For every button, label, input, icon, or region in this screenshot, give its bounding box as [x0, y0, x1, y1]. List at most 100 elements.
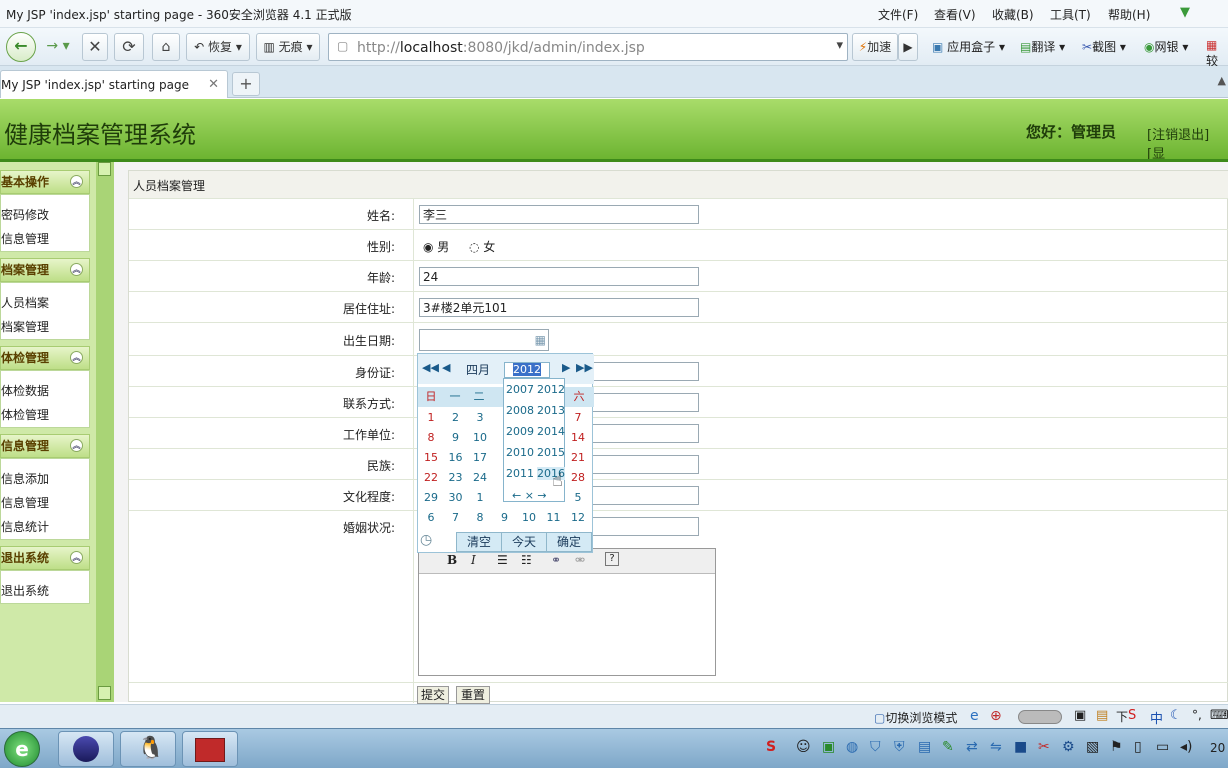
tab-scroll-icon[interactable]: ▲ — [1218, 74, 1226, 87]
rich-text-editor[interactable]: B I ☰ ☷ ⚭ ⚮ ? — [418, 548, 716, 676]
calendar-day[interactable]: 24 — [468, 468, 492, 488]
calendar-day[interactable]: 23 — [444, 468, 468, 488]
taskbar-qq[interactable]: 🐧 — [120, 731, 176, 767]
speed-button[interactable]: ⚡加速 — [852, 33, 898, 61]
tray-gear-icon[interactable]: ⚙ — [1062, 739, 1075, 755]
sidebar-section-exam[interactable]: 体检管理 ︽ — [0, 346, 90, 370]
ie-icon[interactable]: e — [970, 708, 979, 724]
tray-edit-icon[interactable]: ✎ — [942, 739, 954, 755]
year-option[interactable]: 2010 — [506, 446, 534, 459]
sidebar-section-exit[interactable]: 退出系统 ︽ — [0, 546, 90, 570]
ok-button[interactable]: 确定 — [546, 532, 592, 552]
year-select[interactable]: 2012 — [504, 362, 550, 378]
year-option[interactable]: 2012 — [537, 383, 565, 396]
next-month-icon[interactable]: ▶ — [562, 361, 570, 374]
bank-button[interactable]: ◉网银 ▾ — [1144, 38, 1188, 55]
screen-icon[interactable]: ▣ — [1074, 708, 1086, 723]
sidebar-item-password[interactable]: 密码修改 — [1, 206, 49, 223]
link-icon[interactable]: ⚭ — [551, 553, 561, 567]
italic-icon[interactable]: I — [471, 553, 476, 567]
header-links[interactable]: [注销退出] [显 — [1147, 124, 1228, 162]
skin-icon[interactable]: ▼ — [1180, 5, 1190, 20]
calendar-day[interactable]: 6 — [419, 508, 443, 528]
sidebar-item-archive-manage[interactable]: 档案管理 — [1, 318, 49, 335]
sidebar-item-info-manage[interactable]: 信息管理 — [1, 494, 49, 511]
tray-clip-icon[interactable]: ▯ — [1134, 739, 1142, 755]
tray-shield-icon[interactable]: ⛉ — [870, 739, 881, 755]
new-tab-button[interactable]: + — [232, 72, 260, 96]
sidebar-item-info-add[interactable]: 信息添加 — [1, 470, 49, 487]
sidebar-item-info-stats[interactable]: 信息统计 — [1, 518, 49, 535]
back-button[interactable]: ← — [6, 32, 36, 62]
keyboard-icon[interactable]: ⌨ — [1210, 708, 1228, 723]
tray-sync-icon[interactable]: ⇄ — [966, 739, 978, 755]
screenshot-button[interactable]: ✂截图 ▾ — [1082, 38, 1126, 55]
sidebar-section-archive[interactable]: 档案管理 ︽ — [0, 258, 90, 282]
taskbar-toolbox[interactable] — [182, 731, 238, 767]
clear-button[interactable]: 清空 — [456, 532, 502, 552]
menu-favorites[interactable]: 收藏(B) — [992, 6, 1034, 23]
tray-qq-icon[interactable]: ☺ — [796, 739, 811, 755]
year-option[interactable]: 2015 — [537, 446, 565, 459]
refresh-button[interactable]: ⟳ — [114, 33, 144, 61]
tray-flag-icon[interactable]: ⚑ — [1110, 739, 1123, 755]
tray-network-icon[interactable]: ▣ — [822, 739, 835, 755]
moon-icon[interactable]: ☾ — [1170, 708, 1182, 723]
translate-button[interactable]: ▤翻译 ▾ — [1020, 38, 1065, 55]
calendar-icon[interactable]: ▦ — [535, 333, 546, 347]
help-icon[interactable]: ? — [605, 552, 619, 566]
sidebar-item-exit[interactable]: 退出系统 — [1, 582, 49, 599]
calendar-day[interactable]: 1 — [419, 408, 443, 428]
calendar-day[interactable]: 3 — [468, 408, 492, 428]
mode-switch[interactable]: ▢切换浏览模式 — [874, 709, 957, 726]
calendar-day[interactable]: 17 — [468, 448, 492, 468]
menu-view[interactable]: 查看(V) — [934, 6, 976, 23]
gender-female-radio[interactable]: ◌ 女 — [469, 238, 495, 255]
calendar-day[interactable]: 29 — [419, 488, 443, 508]
year-option[interactable]: 2009 — [506, 425, 534, 438]
calendar-day[interactable]: 9 — [493, 508, 517, 528]
name-input[interactable]: 李三 — [419, 205, 699, 224]
tray-transfer-icon[interactable]: ⇋ — [990, 739, 1002, 755]
sogou-icon[interactable]: S — [1128, 708, 1136, 723]
more-button[interactable]: ▦较 — [1206, 38, 1228, 69]
restore-button[interactable]: ↶ 恢复 ▾ — [186, 33, 250, 61]
calendar-day[interactable]: 10 — [468, 428, 492, 448]
year-option[interactable]: 2014 — [537, 425, 565, 438]
calendar-day[interactable]: 28 — [566, 468, 590, 488]
unordered-list-icon[interactable]: ☷ — [521, 553, 532, 567]
unlink-icon[interactable]: ⚮ — [575, 553, 585, 567]
calendar-day[interactable]: 30 — [444, 488, 468, 508]
age-input[interactable]: 24 — [419, 267, 699, 286]
tray-clock[interactable]: 20 — [1210, 741, 1225, 755]
url-dropdown-icon[interactable]: ▾ — [836, 38, 843, 53]
submit-button[interactable]: 提交 — [417, 686, 449, 704]
shield-icon[interactable]: ⊕ — [990, 708, 1002, 724]
collapse-icon[interactable]: ︽ — [70, 551, 83, 564]
address-input[interactable]: 3#楼2单元101 — [419, 298, 699, 317]
sidebar-item-info[interactable]: 信息管理 — [1, 230, 49, 247]
year-option[interactable]: 2007 — [506, 383, 534, 396]
calendar-day[interactable]: 14 — [566, 428, 590, 448]
sidebar-section-basic[interactable]: 基本操作 ︽ — [0, 170, 90, 194]
menu-file[interactable]: 文件(F) — [878, 6, 918, 23]
calendar-day[interactable]: 16 — [444, 448, 468, 468]
calendar-day[interactable]: 21 — [566, 448, 590, 468]
month-label[interactable]: 四月 — [466, 361, 490, 378]
tray-sogou-icon[interactable]: S — [766, 739, 776, 755]
punct-icon[interactable]: °, — [1192, 708, 1202, 722]
today-button[interactable]: 今天 — [501, 532, 547, 552]
collapse-icon[interactable]: ︽ — [70, 263, 83, 276]
next-year-icon[interactable]: ▶▶ — [576, 361, 593, 374]
sidebar-item-exam-manage[interactable]: 体检管理 — [1, 406, 49, 423]
sidebar-item-person-archive[interactable]: 人员档案 — [1, 294, 49, 311]
ordered-list-icon[interactable]: ☰ — [497, 553, 508, 567]
tray-volume-icon[interactable]: ◂) — [1180, 739, 1193, 755]
collapse-icon[interactable]: ︽ — [70, 351, 83, 364]
stop-button[interactable]: ✕ — [82, 33, 108, 61]
address-bar[interactable]: ▢ http://localhost:8080/jkd/admin/index.… — [328, 33, 848, 61]
year-nav[interactable]: ← × → — [512, 489, 547, 502]
year-option[interactable]: 2013 — [537, 404, 565, 417]
prev-month-icon[interactable]: ◀ — [442, 361, 450, 374]
menu-help[interactable]: 帮助(H) — [1108, 6, 1150, 23]
